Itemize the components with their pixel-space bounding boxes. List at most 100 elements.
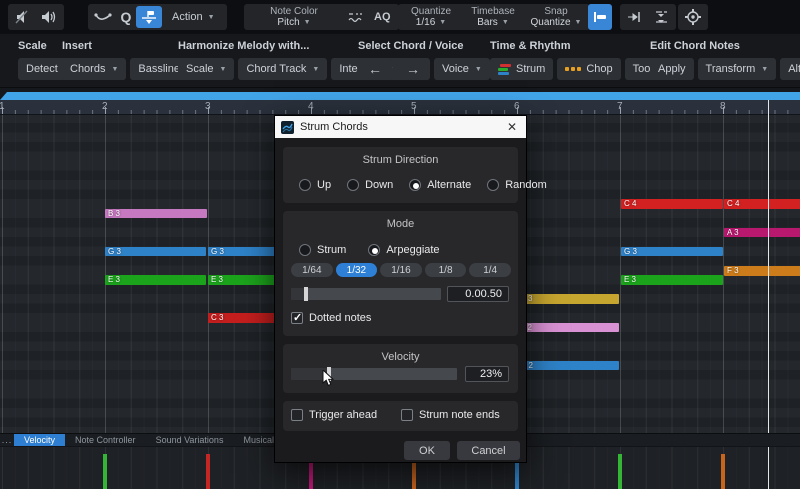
chevron-down-icon: ▼: [312, 66, 319, 73]
velocity-bar[interactable]: [103, 454, 107, 489]
midi-note[interactable]: F 3: [724, 266, 800, 276]
note-value-1-8[interactable]: 1/8: [425, 263, 467, 277]
radio-icon-selected: [409, 179, 421, 191]
velocity-value[interactable]: 23%: [465, 366, 509, 382]
edit-mode-group: Q Action▼: [88, 4, 227, 30]
timebase-dropdown[interactable]: Timebase Bars▼: [462, 4, 524, 30]
midi-note[interactable]: G 2: [517, 361, 619, 371]
tab-velocity[interactable]: Velocity: [14, 434, 65, 446]
tab-note-controller[interactable]: Note Controller: [65, 434, 146, 446]
cancel-button[interactable]: Cancel: [457, 441, 520, 460]
chord-track-dropdown[interactable]: Chord Track▼: [238, 58, 327, 80]
action-dropdown[interactable]: Action▼: [162, 11, 225, 23]
midi-note[interactable]: E 3: [105, 275, 206, 285]
chop-button[interactable]: Chop: [557, 58, 620, 80]
section-label: Select Chord / Voice: [358, 40, 490, 52]
dotted-notes-option[interactable]: Dotted notes: [291, 312, 371, 324]
radio-arpeggiate[interactable]: Arpeggiate: [368, 244, 439, 256]
lane-overflow-menu[interactable]: ...: [0, 434, 14, 446]
checkbox-checked-icon: [291, 312, 303, 324]
macro-curves-icon[interactable]: [342, 6, 368, 28]
note-value-1-64[interactable]: 1/64: [291, 263, 333, 277]
strum-tool-button[interactable]: [136, 6, 162, 28]
strum-button[interactable]: Strum: [490, 58, 553, 80]
piano-roll-editor: Q Action▼ Note Color Pitch▼ AQ Quantize …: [0, 0, 800, 489]
midi-note[interactable]: G 3: [621, 247, 723, 257]
radio-random[interactable]: Random: [487, 179, 547, 191]
prev-chord-button[interactable]: ←: [358, 58, 392, 80]
stretch-icon[interactable]: [648, 6, 674, 28]
bar-number: 6: [514, 101, 520, 112]
radio-icon: [299, 179, 311, 191]
midi-note[interactable]: B 3: [105, 209, 207, 219]
radio-strum[interactable]: Strum: [299, 244, 346, 256]
snap-mode-dropdown[interactable]: Snap Quantize▼: [524, 4, 588, 30]
radio-up[interactable]: Up: [299, 179, 331, 191]
midi-note[interactable]: G 3: [105, 247, 206, 257]
midi-note[interactable]: B 2: [517, 323, 619, 333]
apply-button[interactable]: Apply: [650, 58, 694, 80]
dialog-title: Strum Chords: [300, 121, 498, 133]
radio-down[interactable]: Down: [347, 179, 393, 191]
velocity-slider[interactable]: [291, 368, 457, 380]
section-scale: Scale Detect: [18, 40, 66, 80]
chevron-down-icon: ▼: [761, 66, 768, 73]
chevron-down-icon: ▼: [111, 66, 118, 73]
chevron-down-icon: ▼: [439, 17, 446, 28]
loop-range-bar[interactable]: [0, 92, 800, 100]
audition-group: [8, 4, 64, 30]
chords-dropdown[interactable]: Chords▼: [62, 58, 126, 80]
strum-note-ends-option[interactable]: Strum note ends: [401, 409, 500, 421]
duration-value[interactable]: 0.00.50: [447, 286, 509, 302]
note-value-1-16[interactable]: 1/16: [380, 263, 422, 277]
marker-bar[interactable]: [0, 88, 800, 100]
ok-button[interactable]: OK: [404, 441, 450, 460]
duration-slider[interactable]: [291, 288, 441, 300]
midi-note[interactable]: E 3: [621, 275, 723, 285]
slider-handle[interactable]: [304, 287, 308, 301]
alt-dropdown[interactable]: Alt.▼: [780, 58, 800, 80]
transform-dropdown[interactable]: Transform▼: [698, 58, 777, 80]
velocity-bar[interactable]: [618, 454, 622, 489]
harmonize-scale-dropdown[interactable]: Scale▼: [178, 58, 234, 80]
trigger-ahead-option[interactable]: Trigger ahead: [291, 409, 377, 421]
chevron-down-icon: ▼: [502, 17, 509, 28]
midi-note[interactable]: C 4: [621, 199, 723, 209]
bar-number: 3: [205, 101, 211, 112]
voice-dropdown[interactable]: Voice▼: [434, 58, 490, 80]
quantize-settings-group: Quantize 1/16▼ Timebase Bars▼ Snap Quant…: [398, 4, 590, 30]
curve-icon[interactable]: [90, 6, 116, 28]
snap-to-end-icon[interactable]: [622, 6, 648, 28]
velocity-bar[interactable]: [206, 454, 210, 489]
velocity-bar[interactable]: [721, 454, 725, 489]
note-value-1-32[interactable]: 1/32: [336, 263, 378, 277]
midi-note[interactable]: C 4: [724, 199, 800, 209]
follow-target-icon[interactable]: [680, 6, 706, 28]
dialog-title-bar[interactable]: Strum Chords ✕: [275, 116, 526, 138]
mute-icon[interactable]: [10, 6, 36, 28]
timeline-ruler[interactable]: 1 2 3 4 5 6 7 8: [0, 100, 800, 115]
playhead: [768, 447, 769, 489]
aq-button[interactable]: AQ: [368, 11, 397, 23]
playhead[interactable]: [768, 100, 769, 489]
speaker-icon[interactable]: [36, 6, 62, 28]
target-group: [678, 4, 708, 30]
chord-ribbon: Scale Detect Insert Chords▼ Bassline▼ Ha…: [0, 34, 800, 88]
midi-note[interactable]: A 3: [724, 228, 800, 238]
snap-toggle-button[interactable]: [588, 4, 612, 30]
note-value-row: 1/64 1/32 1/16 1/8 1/4: [291, 263, 511, 277]
next-chord-button[interactable]: →: [396, 58, 430, 80]
strum-direction-panel: Strum Direction: [283, 147, 518, 203]
tab-sound-variations[interactable]: Sound Variations: [146, 434, 234, 446]
midi-note[interactable]: D 3: [517, 294, 619, 304]
slider-fill: [291, 288, 304, 300]
radio-alternate[interactable]: Alternate: [409, 179, 471, 191]
close-icon[interactable]: ✕: [504, 120, 520, 134]
note-color-dropdown[interactable]: Note Color Pitch▼: [246, 4, 342, 30]
note-value-1-4[interactable]: 1/4: [469, 263, 511, 277]
chevron-down-icon: ▼: [475, 66, 482, 73]
detect-button[interactable]: Detect: [18, 58, 66, 80]
quantize-value-dropdown[interactable]: Quantize 1/16▼: [400, 4, 462, 30]
quantize-q-button[interactable]: Q: [116, 9, 136, 25]
strum-chords-dialog: Strum Chords ✕ Strum Direction Up Down A…: [274, 115, 527, 463]
